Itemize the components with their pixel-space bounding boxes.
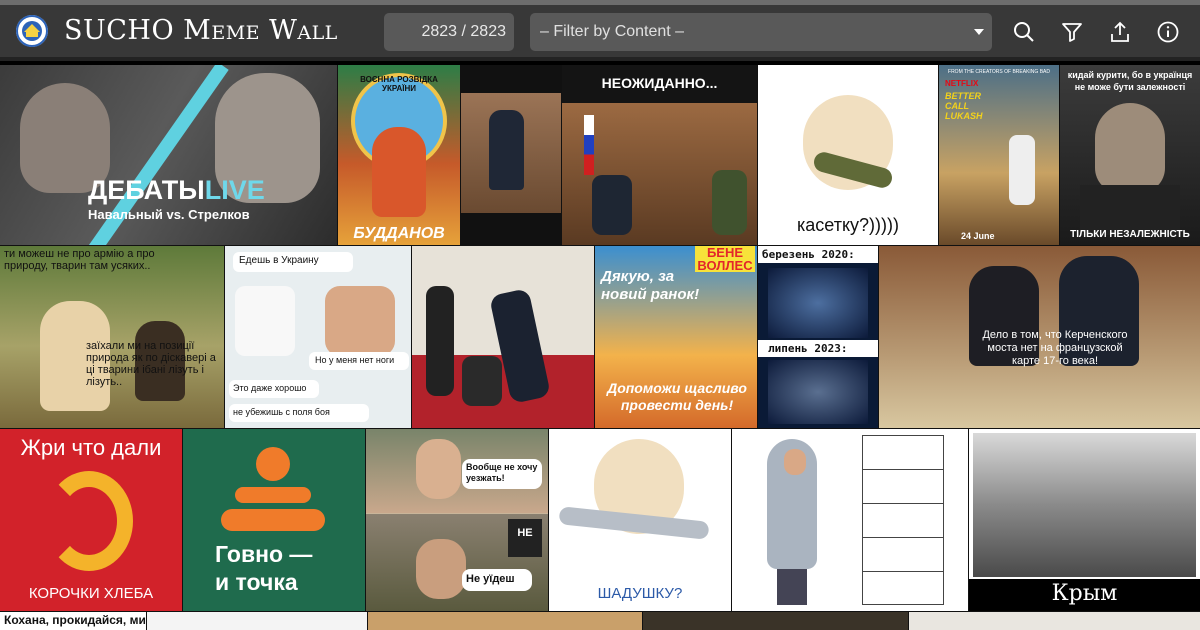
meme-tile-debaty[interactable]: ДЕБАТЫLIVE Навальный vs. Стрелков [0,65,337,245]
govno-line-2: и точка [215,569,298,595]
kerch-caption: Дело в том, что Керченского моста нет на… [982,329,1128,367]
meme-tile-row4-b[interactable] [147,612,367,630]
painting-top-text: ти можеш не про армію а про природу, тва… [4,248,155,272]
zhri-bottom-text: КОРОЧКИ ХЛЕБА [28,585,154,602]
budanov-caption: БУДДАНОВ [353,225,445,242]
meme-tile-krym[interactable]: Крым [969,429,1200,611]
meme-tile-berezen[interactable]: березень 2020: липень 2023: [758,246,878,428]
meme-tile-bene[interactable]: БЕНЕ ВОЛЛЕС Дякую, за новий ранок! Допом… [595,246,757,428]
meme-tile-budanov[interactable]: ВОЄННА РОЗВІДКА УКРАЇНИ БУДДАНОВ [338,65,460,245]
meme-tile-row4-c[interactable] [368,612,642,630]
kohana-caption: Кохана, прокидайся, ми [4,613,146,627]
meme-tile-govno[interactable]: Говно — и точка [183,429,365,611]
berezen-mid-text: липень 2023: [768,342,848,355]
chevron-down-icon [974,29,984,35]
doctor-line-1: Едешь в Украину [239,255,319,266]
meme-tile-row4-e[interactable] [909,612,1200,630]
bene-bottom-text: Допоможи щасливо провести день! [607,380,747,413]
kasetku-caption: касетку?))))) [797,215,899,235]
debaty-title: ДЕБАТЫ [88,175,205,205]
painting-bottom-text: заїхали ми на позиції природа як по діск… [86,340,216,388]
neozhidanno-caption: НЕОЖИДАННО... [601,75,718,91]
zaluzhny-bubble-1: Вообще не хочу уезжать! [466,462,538,483]
bandera-top-text: кидай курити, бо в українця не може бути… [1067,70,1193,92]
meme-tile-shark[interactable] [732,429,968,611]
search-icon[interactable] [1012,20,1036,44]
saul-title: BETTER CALL LUKASH [945,91,983,121]
saul-brand: NETFLIX [945,79,979,88]
meme-tile-kerch[interactable]: Дело в том, что Керченского моста нет на… [879,246,1200,428]
saul-date: 24 June [961,231,995,241]
meme-tile-bandera[interactable]: кидай курити, бо в українця не може бути… [1060,65,1200,245]
doctor-line-2: Но у меня нет ноги [315,355,395,365]
doctor-line-4: не убежишь с поля боя [233,407,330,417]
debaty-live-label: LIVE [204,175,265,205]
zaluzhny-sign: НЕ [517,527,533,539]
berezen-top-text: березень 2020: [762,248,855,261]
meme-tile-shadushku[interactable]: ШАДУШКУ? [549,429,731,611]
meme-tile-zaluzhny[interactable]: Вообще не хочу уезжать! НЕ Не уїдеш [366,429,548,611]
meme-tile-zhri[interactable]: Жри что дали КОРОЧКИ ХЛЕБА [0,429,182,611]
meme-counter[interactable]: 2823 / 2823 [384,13,514,51]
app-header: SUCHO Meme Wall 2823 / 2823 – Filter by … [0,5,1200,61]
meme-tile-putin-sitting[interactable] [461,65,561,245]
zaluzhny-bubble-2: Не уїдеш [466,573,515,585]
meme-tile-kohana[interactable]: Кохана, прокидайся, ми [0,612,146,630]
bandera-bottom-text: ТІЛЬКИ НЕЗАЛЕЖНІСТЬ [1070,229,1190,240]
meme-tile-better-call[interactable]: FROM THE CREATORS OF BREAKING BAD NETFLI… [939,65,1059,245]
filter-icon[interactable] [1060,20,1084,44]
meme-tile-painting[interactable]: ти можеш не про армію а про природу, тва… [0,246,224,428]
debaty-subtitle: Навальный vs. Стрелков [88,207,250,222]
meme-tile-kasetku[interactable]: касетку?))))) [758,65,938,245]
meme-wall: ДЕБАТЫLIVE Навальный vs. Стрелков ВОЄННА… [0,65,1200,630]
content-filter-label: – Filter by Content – [540,23,685,40]
content-filter-select[interactable]: – Filter by Content – [530,13,992,51]
meme-tile-doctor[interactable]: Едешь в Украину Но у меня нет ноги Это д… [225,246,411,428]
meme-tile-row4-d[interactable] [643,612,908,630]
share-icon[interactable] [1108,20,1132,44]
saul-top-text: FROM THE CREATORS OF BREAKING BAD [948,69,1050,75]
budanov-ring-text: ВОЄННА РОЗВІДКА УКРАЇНИ [360,75,438,93]
krym-caption: Крым [1051,581,1118,606]
bene-top-text: Дякую, за новий ранок! [601,268,700,303]
meme-tile-kneeling[interactable] [412,246,594,428]
shadushku-caption: ШАДУШКУ? [597,585,683,602]
meme-tile-neozhidanno[interactable]: НЕОЖИДАННО... [562,65,757,245]
zhri-top-text: Жри что дали [20,435,162,460]
app-title: SUCHO Meme Wall [64,15,338,46]
info-icon[interactable] [1156,20,1180,44]
govno-line-1: Говно — [215,541,313,567]
logo-icon[interactable] [16,15,48,47]
doctor-line-3: Это даже хорошо [233,383,307,393]
